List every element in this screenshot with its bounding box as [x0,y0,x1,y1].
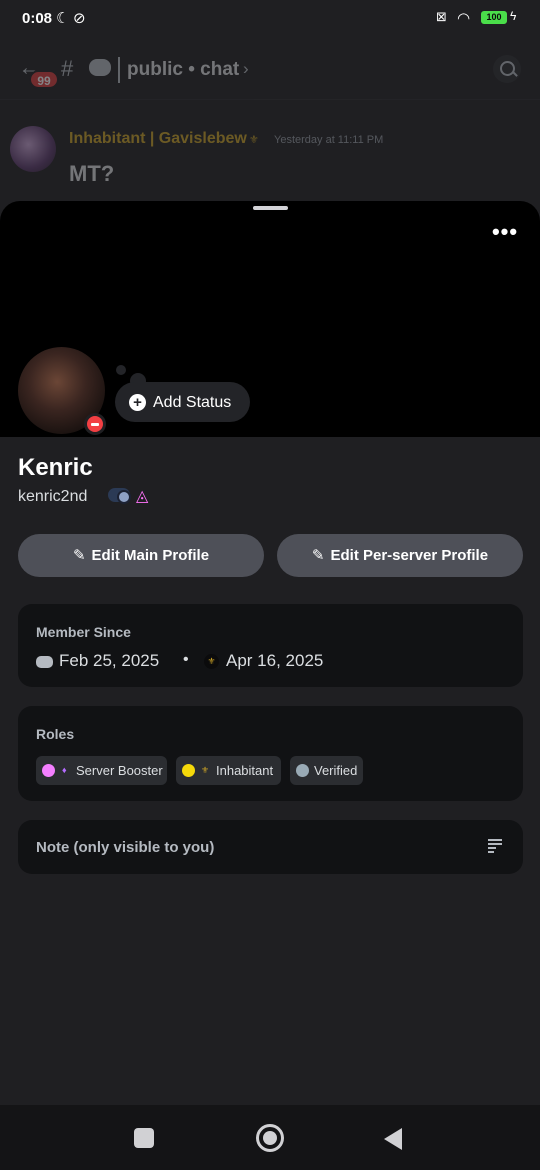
charging-icon: ϟ [510,9,517,23]
message-content: MT? [69,161,115,186]
member-since-heading: Member Since [36,624,131,640]
role-color-dot [182,764,195,777]
channel-header: ← 99 # public • chat › [0,40,540,100]
member-since-card: Member Since Feb 25, 2025 • ⚜ Apr 16, 20… [18,604,523,687]
edit-per-server-profile-button[interactable]: ✎ Edit Per-server Profile [277,534,523,577]
message-avatar[interactable] [10,126,56,172]
do-not-disturb-status-icon [84,413,106,435]
guild-tag-icon: ⚜ [249,134,259,146]
role-color-dot [42,764,55,777]
boost-icon: ♦ [62,765,67,775]
role-chip-verified[interactable]: Verified [290,756,363,785]
chevron-right-icon: › [243,59,249,78]
add-status-button[interactable]: + Add Status [115,382,250,422]
back-button-icon[interactable] [384,1128,402,1150]
separator: • [183,651,189,668]
pencil-icon: ✎ [311,547,325,564]
message-author[interactable]: Inhabitant | Gavislebew [69,130,247,148]
hash-icon: # [61,56,74,81]
drag-handle[interactable] [253,206,288,210]
divider [118,57,120,83]
pencil-icon: ✎ [72,547,86,564]
discord-logo-icon [36,656,53,668]
add-status-label: Add Status [153,394,232,411]
display-name: Kenric [18,454,93,481]
channel-title[interactable]: public • chat [127,59,239,81]
mute-icon: ⊘ [73,10,86,27]
note-label: Note (only visible to you) [36,839,215,856]
roles-heading: Roles [36,726,75,742]
role-label: Server Booster [76,763,163,778]
username: kenric2nd [18,488,88,505]
moon-icon: ☾ [56,10,70,27]
status-bar: 0:08 ☾ ⊘ ⊠ ◠ 100 ϟ [0,0,540,38]
add-note-icon[interactable] [488,839,502,853]
plus-circle-icon: + [129,394,146,411]
sim-icon: ⊠ [436,9,447,24]
discord-member-date: Feb 25, 2025 [59,651,160,670]
battery-icon: 100 [481,11,507,24]
profile-sheet: ••• + Add Status Kenric kenric2nd ◬ ✎ Edi… [0,201,540,1170]
wifi-icon: ◠ [457,10,471,27]
note-card[interactable]: Note (only visible to you) [18,820,523,874]
edit-main-profile-button[interactable]: ✎ Edit Main Profile [18,534,264,577]
search-icon[interactable] [493,55,521,83]
server-member-date: Apr 16, 2025 [226,651,324,670]
home-button-icon[interactable] [256,1124,284,1152]
role-chip-inhabitant[interactable]: ⚜ Inhabitant [176,756,281,785]
role-label: Verified [314,763,358,778]
thread-bubble-icon [89,59,111,76]
message-timestamp: Yesterday at 11:11 PM [274,134,384,146]
more-options-button[interactable]: ••• [487,221,523,247]
edit-per-server-profile-label: Edit Per-server Profile [330,547,489,564]
role-color-dot [296,764,309,777]
roles-card: Roles ♦ Server Booster ⚜ Inhabitant Veri… [18,706,523,801]
role-chip-server-booster[interactable]: ♦ Server Booster [36,756,167,785]
boost-badge-icon[interactable]: ◬ [136,486,148,506]
system-nav-bar [0,1105,540,1170]
nitro-badge-icon[interactable] [108,488,131,504]
status-bubble-dot [116,365,126,375]
role-label: Inhabitant [216,763,274,778]
edit-main-profile-label: Edit Main Profile [91,547,210,564]
recents-button-icon[interactable] [134,1128,154,1148]
role-icon: ⚜ [201,765,210,775]
clock: 0:08 [22,10,53,27]
server-icon: ⚜ [204,654,219,669]
unread-badge: 99 [29,70,59,89]
chat-message: Inhabitant | Gavislebew ⚜ Yesterday at 1… [0,118,540,198]
